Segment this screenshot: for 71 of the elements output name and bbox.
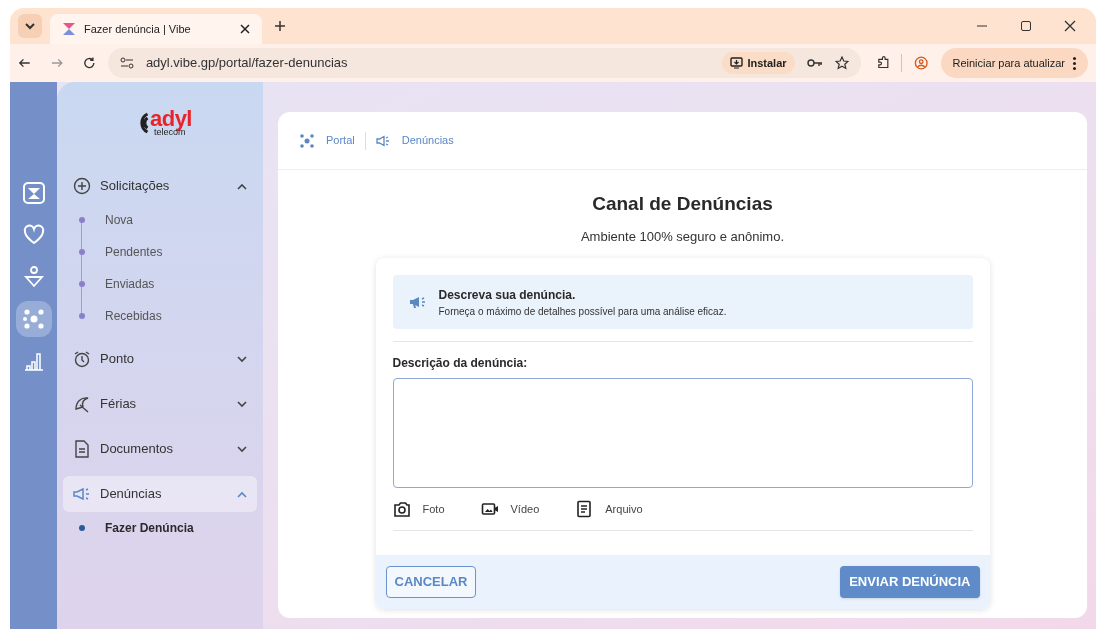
menu-item[interactable]: Ponto (63, 341, 257, 377)
megaphone-icon (408, 295, 427, 309)
profile-icon[interactable] (914, 55, 929, 71)
extensions-icon[interactable] (876, 56, 890, 70)
alarm-clock-icon (73, 350, 91, 368)
breadcrumb-link[interactable]: Denúncias (401, 132, 454, 149)
bullet-icon (79, 249, 85, 255)
umbrella-icon (73, 395, 91, 413)
plus-circle-icon (73, 177, 91, 195)
banner-text: Forneça o máximo de detalhes possível para uma análise eficaz. (438, 304, 727, 319)
document-icon (73, 440, 91, 458)
install-button[interactable]: Instalar (722, 52, 795, 74)
maximize-icon[interactable] (1020, 20, 1032, 32)
document-icon (575, 500, 594, 518)
video-camera-icon (480, 500, 499, 518)
forward-icon[interactable] (50, 56, 64, 70)
submenu-item[interactable]: Nova (63, 204, 257, 236)
field-label: Descrição da denúncia: (392, 355, 529, 372)
megaphone-icon (375, 133, 390, 148)
logo-icon (62, 22, 76, 36)
chevron-down-icon (237, 355, 247, 363)
megaphone-icon (73, 485, 91, 503)
new-tab-icon[interactable] (274, 20, 286, 32)
chevron-down-icon (237, 445, 247, 453)
tab-title: Fazer denúncia | Vibe (84, 21, 192, 37)
heart-icon (21, 223, 46, 247)
rail-button[interactable] (15, 301, 52, 337)
attach-button[interactable]: Vídeo (480, 500, 540, 518)
menu-item[interactable]: Documentos (63, 431, 257, 467)
bullet-icon (79, 281, 85, 287)
person-badge-icon (21, 265, 46, 289)
star-icon[interactable] (834, 56, 849, 70)
chevron-up-icon (237, 182, 247, 190)
key-icon[interactable] (806, 58, 823, 68)
bullet-icon (79, 525, 85, 531)
url-text: adyl.vibe.gp/portal/fazer-denuncias (145, 54, 349, 73)
network-icon (21, 307, 46, 331)
submenu-item[interactable]: Fazer Denúncia (63, 512, 257, 544)
submenu-item[interactable]: Enviadas (63, 268, 257, 300)
menu-item[interactable]: Solicitações (63, 168, 257, 204)
back-icon[interactable] (18, 56, 31, 70)
description-field[interactable] (392, 378, 973, 488)
close-icon[interactable] (240, 24, 250, 34)
bullet-icon (79, 313, 85, 319)
menu-item[interactable]: Denúncias (63, 476, 257, 512)
submenu-item[interactable]: Pendentes (63, 236, 257, 268)
attach-button[interactable]: Arquivo (575, 500, 643, 518)
page-title: Canal de Denúncias (592, 192, 773, 216)
network-icon (300, 133, 314, 148)
inbox-icon (21, 181, 46, 205)
submenu-item[interactable]: Recebidas (63, 300, 257, 332)
attach-button[interactable]: Foto (392, 500, 445, 518)
chevron-down-icon (237, 400, 247, 408)
site-settings-icon[interactable] (119, 57, 134, 69)
bullet-icon (79, 217, 85, 223)
menu-item[interactable]: Férias (63, 386, 257, 422)
address-bar[interactable]: adyl.vibe.gp/portal/fazer-denuncias Instalar (107, 48, 861, 78)
reload-icon[interactable] (83, 56, 96, 70)
page-subtitle: Ambiente 100% seguro e anônimo. (580, 227, 785, 246)
close-icon[interactable] (1064, 20, 1076, 32)
more-icon[interactable] (1073, 56, 1076, 70)
tab-list-button[interactable] (18, 14, 42, 38)
chevron-up-icon (237, 490, 247, 498)
banner-title: Descreva sua denúncia. (438, 286, 577, 304)
chevron-down-icon (25, 22, 35, 30)
breadcrumb-link[interactable]: Portal (326, 132, 355, 149)
install-icon (730, 57, 744, 69)
restart-button[interactable]: Reiniciar para atualizar (940, 48, 1088, 78)
camera-icon (392, 500, 411, 518)
company-logo: adyl telecom (136, 108, 192, 137)
browser-tab[interactable]: Fazer denúncia | Vibe (50, 14, 262, 44)
